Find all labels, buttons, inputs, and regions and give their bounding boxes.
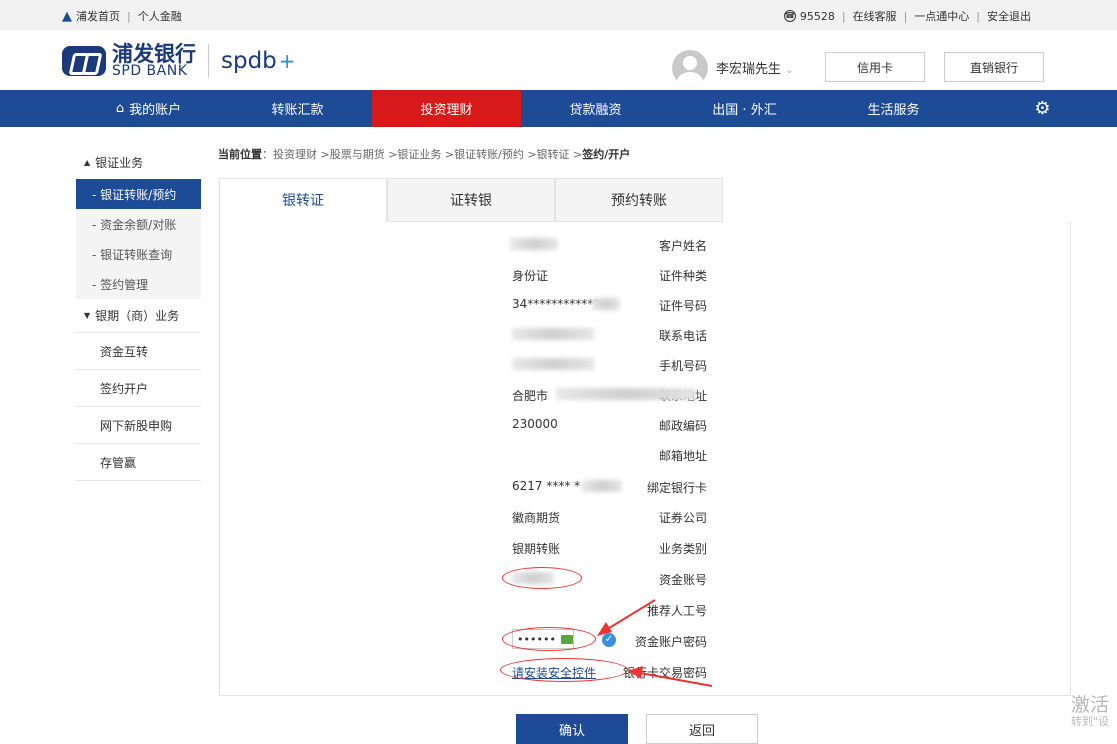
form-row-id-number: 证件号码 34************ xyxy=(512,297,707,313)
form-row-account: 资金账号 xyxy=(220,563,1072,593)
sidebar-group-securities[interactable]: ▲ 银证业务 xyxy=(76,145,201,179)
signup-form-panel: 客户姓名 证件种类 身份证 证件号码 34************ 联系电话 手… xyxy=(219,221,1071,696)
sidebar-item-transfer-booking[interactable]: - 银证转账/预约 xyxy=(76,179,201,209)
check-icon: ✓ xyxy=(602,633,616,647)
nav-investment[interactable]: 投资理财 xyxy=(372,90,521,127)
redacted-value xyxy=(512,328,594,340)
top-utility-bar: ▲ 浦发首页 | 个人金融 ☎ 95528 | 在线客服 | 一点通中心 | 安… xyxy=(0,0,1117,30)
home-link[interactable]: 浦发首页 xyxy=(76,8,120,24)
form-row-email: 邮箱地址 xyxy=(658,449,707,463)
sidebar-item-contract-mgmt[interactable]: - 签约管理 xyxy=(76,269,201,299)
header: 浦发银行 SPD BANK spdb + 李宏瑞先生 ⌄ 信用卡 直销银行 xyxy=(0,30,1117,90)
center-link[interactable]: 一点通中心 xyxy=(914,8,969,24)
online-service-link[interactable]: 在线客服 xyxy=(853,8,897,24)
form-row-postcode: 邮政编码 230000 xyxy=(512,417,707,433)
form-row-referrer: 推荐人工号 xyxy=(646,604,707,618)
form-row-account-password: 资金账户密码 •••••• ✓ xyxy=(220,625,1072,655)
form-row-id-type: 证件种类 身份证 xyxy=(512,269,707,283)
redacted-value xyxy=(582,480,622,492)
avatar[interactable] xyxy=(672,50,708,86)
sidebar-item-ipo[interactable]: 网下新股申购 xyxy=(76,407,201,444)
direct-bank-button[interactable]: 直销银行 xyxy=(944,52,1044,82)
annotation-circle xyxy=(502,567,582,589)
redacted-value xyxy=(510,238,558,250)
sidebar-item-fund-transfer[interactable]: 资金互转 xyxy=(76,333,201,370)
hotline-number: 95528 xyxy=(799,9,835,23)
redacted-value xyxy=(512,358,594,370)
redacted-value xyxy=(556,388,696,400)
chevron-up-icon: ▲ xyxy=(84,157,91,167)
annotation-circle xyxy=(502,627,596,651)
form-row-card-password: 银行卡交易密码 请安装安全控件 xyxy=(220,656,1072,686)
nav-forex[interactable]: 出国 · 外汇 xyxy=(670,90,819,127)
logout-link[interactable]: 安全退出 xyxy=(987,8,1031,24)
divider: | xyxy=(127,9,131,23)
main-nav: ⌂ 我的账户 转账汇款 投资理财 贷款融资 出国 · 外汇 生活服务 ⚙ xyxy=(0,90,1117,127)
phone-icon: ☎ xyxy=(783,10,796,22)
form-row-address: 联系地址 合肥市 xyxy=(220,379,1072,409)
activation-watermark: 激活 转到"设 xyxy=(1071,694,1110,728)
sidebar-item-custody[interactable]: 存管赢 xyxy=(76,444,201,481)
transfer-tabs: 银转证 证转银 预约转账 xyxy=(219,178,723,222)
credit-card-button[interactable]: 信用卡 xyxy=(825,52,925,82)
form-row-business: 业务类别 银期转账 xyxy=(512,542,707,556)
spdb-plus-brand[interactable]: spdb + xyxy=(221,48,296,74)
form-row-broker: 证券公司 徽商期货 xyxy=(512,511,707,525)
logo-chinese-name: 浦发银行 xyxy=(112,42,196,66)
bank-logo[interactable]: 浦发银行 SPD BANK spdb + xyxy=(62,44,296,78)
chevron-down-icon: ⌄ xyxy=(785,65,794,76)
sidebar-group-futures[interactable]: ▼ 银期（商）业务 xyxy=(76,299,201,333)
gear-icon: ⚙ xyxy=(1034,98,1051,119)
nav-loans[interactable]: 贷款融资 xyxy=(521,90,670,127)
annotation-circle xyxy=(500,658,628,682)
tab-scheduled-transfer[interactable]: 预约转账 xyxy=(555,178,723,222)
form-row-customer-name: 客户姓名 xyxy=(220,229,1072,259)
logo-english-name: SPD BANK xyxy=(112,63,188,79)
form-row-phone: 联系电话 xyxy=(220,319,1072,349)
home-icon: ▲ xyxy=(62,8,72,24)
user-menu[interactable]: 李宏瑞先生 ⌄ xyxy=(716,58,794,77)
nav-my-account[interactable]: ⌂ 我的账户 xyxy=(74,90,223,127)
tab-securities-to-bank[interactable]: 证转银 xyxy=(387,178,555,222)
form-row-bank-card: 绑定银行卡 6217 **** * xyxy=(512,479,707,495)
spdb-logo-icon xyxy=(62,46,106,76)
home-icon: ⌂ xyxy=(115,101,125,116)
sidebar-item-transfer-query[interactable]: - 银证转账查询 xyxy=(76,239,201,269)
nav-transfer[interactable]: 转账汇款 xyxy=(223,90,372,127)
nav-settings[interactable]: ⚙ xyxy=(968,90,1117,127)
form-row-mobile: 手机号码 xyxy=(220,349,1072,379)
sidebar-item-open-account[interactable]: 签约开户 xyxy=(76,370,201,407)
tab-bank-to-securities[interactable]: 银转证 xyxy=(219,178,387,222)
sidebar: ▲ 银证业务 - 银证转账/预约 - 资金余额/对账 - 银证转账查询 - 签约… xyxy=(76,145,201,481)
sidebar-item-balance[interactable]: - 资金余额/对账 xyxy=(76,209,201,239)
personal-finance-link[interactable]: 个人金融 xyxy=(138,8,182,24)
nav-life-services[interactable]: 生活服务 xyxy=(819,90,968,127)
chevron-down-icon: ▼ xyxy=(84,311,91,320)
breadcrumb: 当前位置：投资理财 >股票与期货 >银证业务 >银证转账/预约 >银转证 >签约… xyxy=(218,148,631,161)
redacted-value xyxy=(592,298,620,310)
